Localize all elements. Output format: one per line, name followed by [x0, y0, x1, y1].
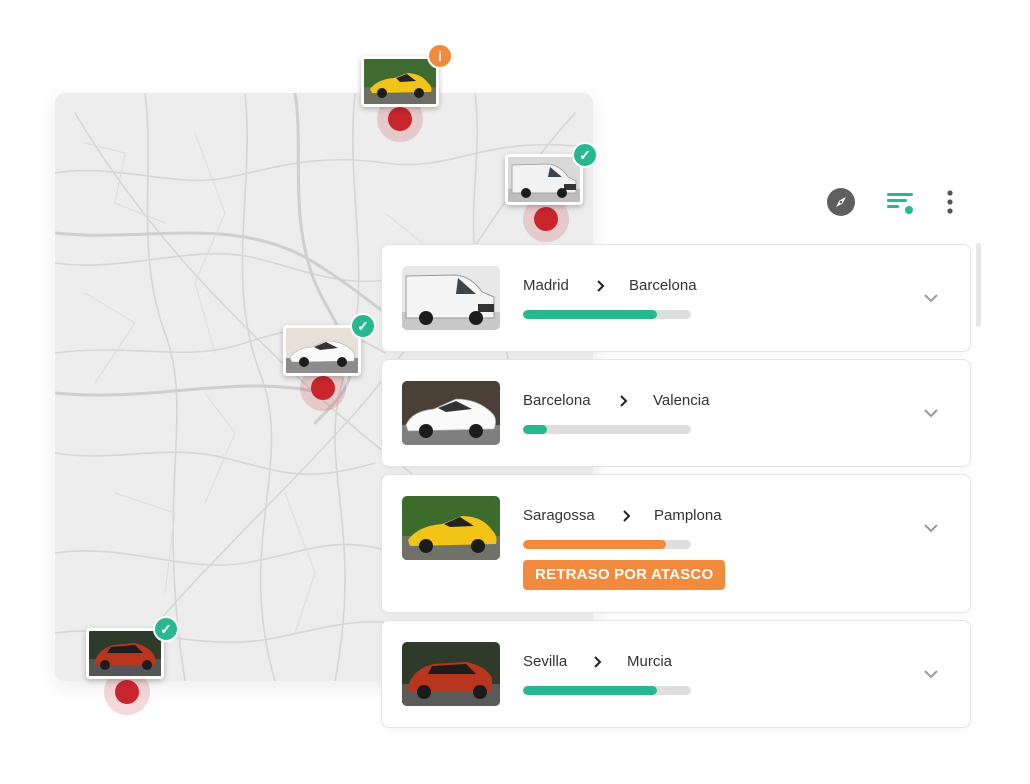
chevron-right-icon [597, 280, 605, 292]
vehicle-thumbnail [505, 154, 583, 205]
destination-city: Valencia [653, 392, 710, 409]
origin-city: Madrid [523, 277, 569, 294]
route: Saragossa Pamplona [523, 507, 743, 524]
more-vertical-icon[interactable] [934, 186, 966, 218]
trip-card[interactable]: Madrid Barcelona [381, 244, 971, 352]
vehicle-thumbnail [402, 642, 500, 706]
vehicle-thumbnail [402, 496, 500, 560]
scrollbar[interactable] [976, 243, 981, 327]
chevron-down-icon[interactable] [922, 522, 940, 534]
progress-bar [523, 686, 691, 695]
origin-city: Sevilla [523, 653, 568, 670]
progress-fill [523, 425, 547, 434]
progress-bar [523, 540, 691, 549]
compass-icon[interactable] [825, 186, 857, 218]
location-pin-icon [311, 376, 335, 400]
progress-bar [523, 425, 691, 434]
info-icon: i [427, 43, 453, 69]
origin-city: Saragossa [523, 507, 595, 524]
chevron-right-icon [594, 656, 602, 668]
vehicle-thumbnail [361, 56, 439, 107]
progress-fill [523, 310, 658, 319]
location-pin-icon [534, 207, 558, 231]
trip-card[interactable]: Barcelona Valencia [381, 359, 971, 467]
trip-card[interactable]: Saragossa Pamplona RETRASO POR ATASCO [381, 474, 971, 613]
check-icon: ✓ [572, 142, 598, 168]
chevron-down-icon[interactable] [922, 292, 940, 304]
vehicle-thumbnail [86, 628, 164, 679]
route: Barcelona Valencia [523, 392, 723, 409]
chevron-down-icon[interactable] [922, 407, 940, 419]
destination-city: Murcia [627, 653, 673, 670]
chevron-right-icon [620, 395, 628, 407]
trip-card[interactable]: Sevilla Murcia [381, 620, 971, 728]
route: Sevilla Murcia [523, 653, 723, 670]
location-pin-icon [388, 107, 412, 131]
location-pin-icon [115, 680, 139, 704]
route: Madrid Barcelona [523, 277, 723, 294]
filter-icon[interactable] [884, 186, 916, 218]
progress-bar [523, 310, 691, 319]
check-icon: ✓ [350, 313, 376, 339]
chevron-down-icon[interactable] [922, 668, 940, 680]
delay-alert-badge: RETRASO POR ATASCO [523, 560, 726, 590]
progress-fill [523, 540, 666, 549]
destination-city: Pamplona [654, 507, 722, 524]
origin-city: Barcelona [523, 392, 591, 409]
destination-city: Barcelona [629, 277, 697, 294]
progress-fill [523, 686, 658, 695]
check-icon: ✓ [153, 616, 179, 642]
chevron-right-icon [623, 510, 631, 522]
vehicle-thumbnail [402, 266, 500, 330]
vehicle-thumbnail [283, 325, 361, 376]
vehicle-thumbnail [402, 381, 500, 445]
